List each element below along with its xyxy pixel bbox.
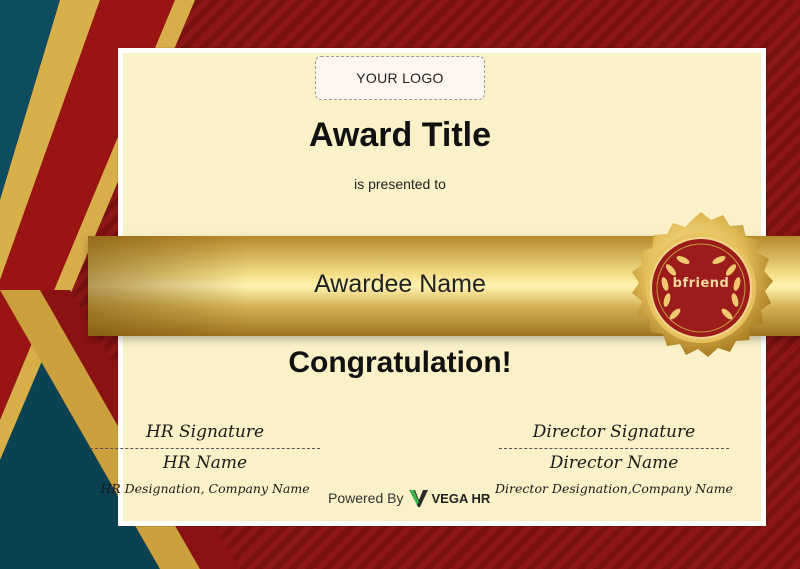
hr-name: HR Name	[162, 453, 248, 473]
hr-signature-block: HR Signature HR Name HR Designation, Com…	[90, 422, 320, 496]
hr-signature-label: HR Signature	[145, 422, 265, 442]
vega-hr-logo-icon	[409, 490, 429, 507]
director-signature-label: Director Signature	[532, 422, 696, 442]
director-name: Director Name	[549, 453, 679, 473]
certificate: YOUR LOGO Award Title is presented to Aw…	[0, 0, 800, 569]
seal-brand-logo: bfriend	[672, 276, 730, 291]
director-signature-line	[499, 448, 729, 449]
powered-by-label: Powered By	[328, 490, 404, 506]
hr-designation: HR Designation, Company Name	[100, 481, 310, 496]
award-title: Award Title	[308, 116, 492, 154]
hr-signature-line	[90, 448, 320, 449]
director-signature-block: Director Signature Director Name Directo…	[494, 422, 734, 496]
congratulation-text: Congratulation!	[288, 346, 512, 379]
awardee-name: Awardee Name	[314, 270, 486, 298]
presented-to-text: is presented to	[354, 176, 446, 192]
vega-hr-brand: VEGA HR	[431, 490, 491, 506]
logo-placeholder[interactable]: YOUR LOGO	[315, 56, 485, 100]
director-designation: Director Designation,Company Name	[495, 481, 733, 496]
powered-by[interactable]: Powered By VEGA HR	[328, 486, 490, 510]
